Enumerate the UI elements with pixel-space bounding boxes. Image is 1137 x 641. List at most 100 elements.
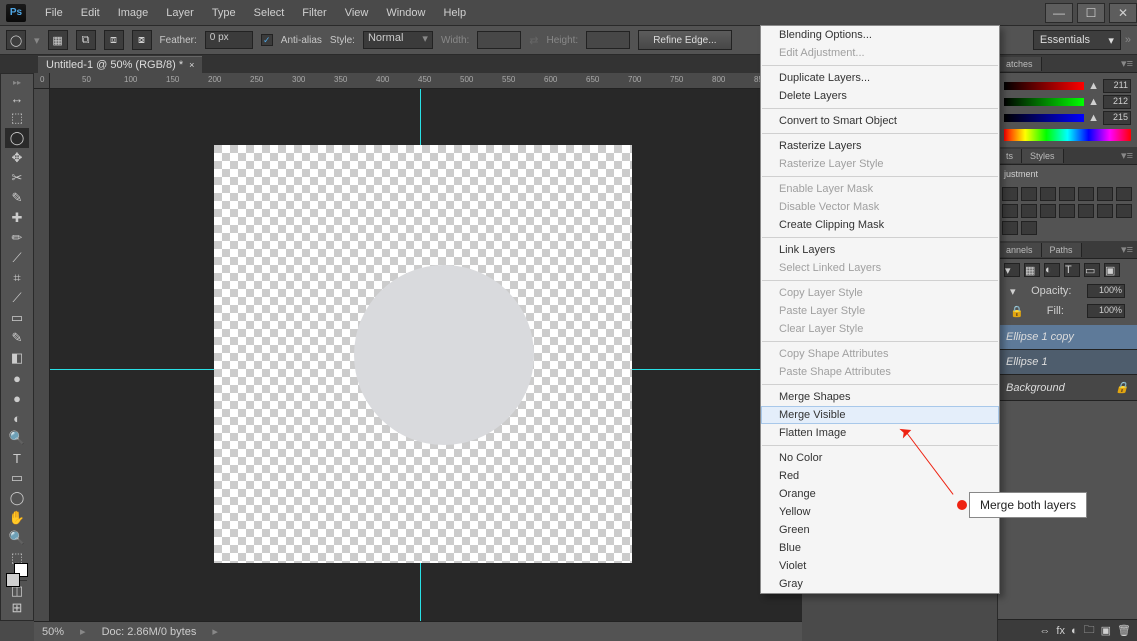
link-layers-icon[interactable]: ⇔ [1039,625,1050,637]
menu-layer[interactable]: Layer [157,3,203,23]
menu-item-link-layers[interactable]: Link Layers [761,241,999,259]
styles-tab[interactable]: Styles [1022,149,1064,163]
tool-20[interactable]: ◯ [5,488,29,508]
menu-item-red[interactable]: Red [761,467,999,485]
tool-11[interactable]: ▭ [5,308,29,328]
menu-image[interactable]: Image [109,3,158,23]
tool-3[interactable]: ✥ [5,148,29,168]
adjustments-tab-partial[interactable]: ts [998,149,1022,163]
tool-18[interactable]: T [5,448,29,468]
layer-mask-icon[interactable]: ◐ [1071,625,1078,637]
filter-type-icon[interactable]: T [1064,263,1080,277]
paths-tab[interactable]: Paths [1042,243,1082,257]
selection-new-icon[interactable]: ▦ [48,30,68,50]
document-tab[interactable]: Untitled-1 @ 50% (RGB/8) * × [38,56,202,73]
g-slider[interactable] [1004,98,1084,106]
b-value[interactable]: 215 [1103,111,1131,125]
artboard[interactable] [214,145,632,563]
panel-menu-icon[interactable]: ▾≡ [1117,149,1137,162]
tool-6[interactable]: ✚ [5,208,29,228]
style-select[interactable]: Normal ▾ [363,31,433,49]
filter-adj-icon[interactable]: ◐ [1044,263,1060,277]
layer-filter-icon[interactable]: ▾ [1004,263,1020,277]
menu-item-blending-options[interactable]: Blending Options... [761,26,999,44]
tool-5[interactable]: ✎ [5,188,29,208]
close-button[interactable]: ✕ [1109,3,1137,23]
hue-bar[interactable] [1004,129,1131,141]
menu-item-create-clipping-mask[interactable]: Create Clipping Mask [761,216,999,234]
tool-1[interactable]: ⬚ [5,108,29,128]
ruler-vertical[interactable] [34,89,50,621]
adj-icon[interactable] [1040,187,1056,201]
panel-menu-icon[interactable]: ▾≡ [1117,243,1137,256]
selection-intersect-icon[interactable]: ⧇ [132,30,152,50]
screenmode-icon[interactable]: ⊞ [5,600,29,616]
close-icon[interactable]: × [189,60,194,70]
tool-13[interactable]: ◧ [5,348,29,368]
antialias-checkbox[interactable]: ✓ [261,34,273,46]
menu-item-no-color[interactable]: No Color [761,449,999,467]
tool-15[interactable]: ● [5,388,29,408]
new-layer-icon[interactable]: ▣ [1101,624,1111,637]
tool-9[interactable]: ⌗ [5,268,29,288]
menu-edit[interactable]: Edit [72,3,109,23]
new-group-icon[interactable]: 🗀 [1084,621,1095,640]
layer-fx-icon[interactable]: fx [1056,625,1065,637]
panel-menu-icon[interactable]: ▾≡ [1117,57,1137,70]
minimize-button[interactable]: — [1045,3,1073,23]
workspace-select[interactable]: Essentials▾ [1033,30,1121,50]
tool-4[interactable]: ✂ [5,168,29,188]
tool-12[interactable]: ✎ [5,328,29,348]
doc-size[interactable]: Doc: 2.86M/0 bytes [102,626,197,638]
menu-type[interactable]: Type [203,3,245,23]
b-slider[interactable] [1004,114,1084,122]
tool-0[interactable]: ↔ [5,88,29,108]
adj-icon[interactable] [1078,204,1094,218]
tools-collapse-icon[interactable]: ▸▸ [13,78,21,87]
selection-subtract-icon[interactable]: ⧈ [104,30,124,50]
delete-layer-icon[interactable]: 🗑 [1117,624,1131,637]
swatches-tab[interactable]: atches [998,57,1042,71]
menu-item-blue[interactable]: Blue [761,539,999,557]
tool-14[interactable]: ● [5,368,29,388]
menu-select[interactable]: Select [245,3,294,23]
filter-smart-icon[interactable]: ▣ [1104,263,1120,277]
r-slider[interactable] [1004,82,1084,90]
tool-preset-icon[interactable]: ◯ [6,30,26,50]
adj-icon[interactable] [1021,221,1037,235]
g-value[interactable]: 212 [1103,95,1131,109]
tool-19[interactable]: ▭ [5,468,29,488]
menu-file[interactable]: File [36,3,72,23]
tool-21[interactable]: ✋ [5,508,29,528]
tool-17[interactable]: 🔍 [5,428,29,448]
menu-item-flatten-image[interactable]: Flatten Image [761,424,999,442]
tool-16[interactable]: ◐ [5,408,29,428]
adj-icon[interactable] [1021,187,1037,201]
tool-7[interactable]: ✏ [5,228,29,248]
adj-icon[interactable] [1002,187,1018,201]
adj-icon[interactable] [1021,204,1037,218]
tool-2[interactable]: ◯ [5,128,29,148]
opacity-value[interactable]: 100% [1087,284,1125,298]
adj-icon[interactable] [1059,204,1075,218]
menu-item-merge-visible[interactable]: Merge Visible [761,406,999,424]
adj-icon[interactable] [1002,204,1018,218]
menu-item-delete-layers[interactable]: Delete Layers [761,87,999,105]
menu-help[interactable]: Help [434,3,475,23]
feather-input[interactable]: 0 px [205,31,253,49]
selection-add-icon[interactable]: ⧉ [76,30,96,50]
adj-icon[interactable] [1059,187,1075,201]
maximize-button[interactable]: ☐ [1077,3,1105,23]
menu-item-violet[interactable]: Violet [761,557,999,575]
tool-22[interactable]: 🔍 [5,528,29,548]
layer-row[interactable]: Ellipse 1 [998,350,1137,375]
adj-icon[interactable] [1097,187,1113,201]
zoom-value[interactable]: 50% [42,626,64,638]
menu-item-green[interactable]: Green [761,521,999,539]
tool-10[interactable]: ⟋ [5,288,29,308]
menu-window[interactable]: Window [377,3,434,23]
menu-view[interactable]: View [336,3,378,23]
layer-row[interactable]: Ellipse 1 copy [998,325,1137,350]
foreground-color-swatch[interactable] [6,573,20,587]
adj-icon[interactable] [1097,204,1113,218]
